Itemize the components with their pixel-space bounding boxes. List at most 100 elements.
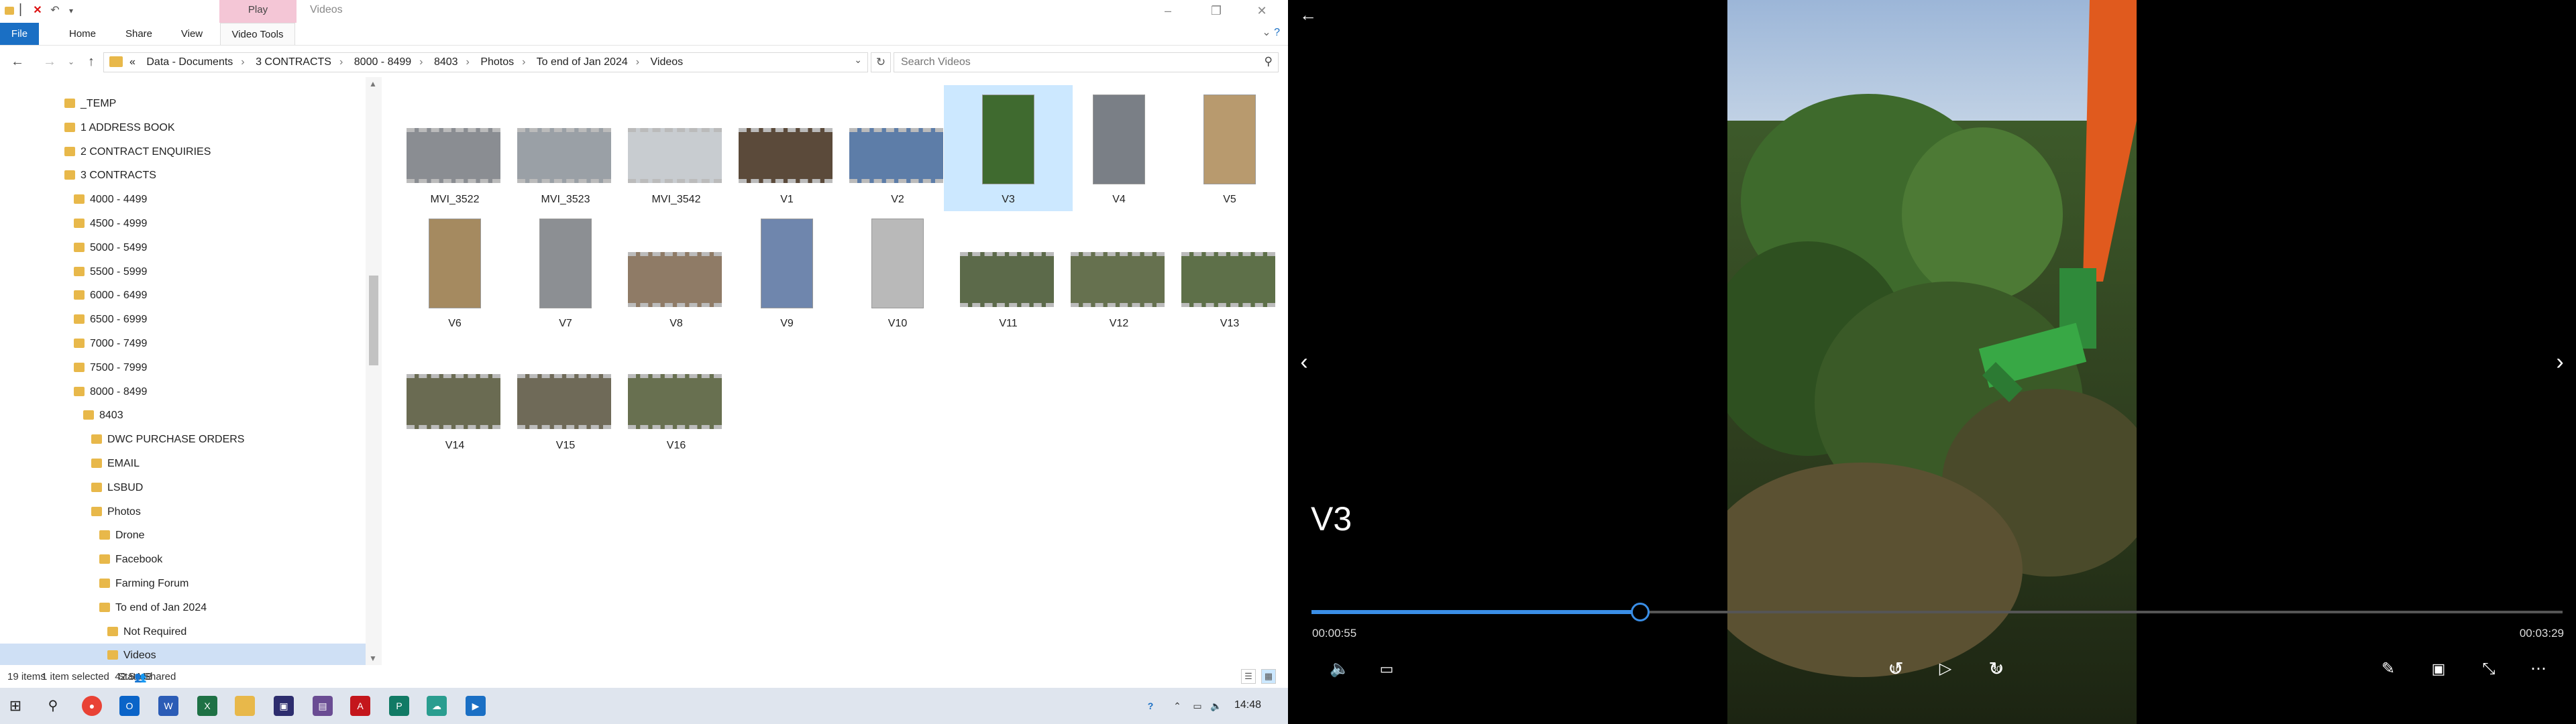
app-icon[interactable]: ▣: [274, 696, 294, 716]
play-icon[interactable]: ▷: [1929, 656, 1962, 682]
publisher-icon[interactable]: P: [389, 696, 409, 716]
media-player-taskbar-icon[interactable]: ▶: [466, 696, 486, 716]
file-tile[interactable]: V9: [722, 209, 851, 335]
tree-item[interactable]: 4500 - 4999: [0, 212, 366, 236]
tab-file[interactable]: File: [0, 23, 39, 45]
breadcrumb-3-contracts[interactable]: 3 CONTRACTS: [256, 56, 331, 68]
volume-icon[interactable]: 🔈: [1324, 656, 1356, 682]
file-tile[interactable]: V5: [1165, 85, 1294, 211]
taskbar-search-icon[interactable]: ⚲: [43, 696, 63, 716]
exit-fullscreen-icon[interactable]: ⤡: [2473, 656, 2505, 682]
breadcrumb-8403[interactable]: 8403: [434, 56, 458, 68]
file-tile[interactable]: V3: [944, 85, 1073, 211]
tab-share[interactable]: Share: [115, 23, 162, 45]
seek-bar-handle[interactable]: [1631, 603, 1650, 621]
tree-item[interactable]: 8403: [0, 404, 366, 428]
tree-item[interactable]: Drone: [0, 524, 366, 548]
recent-locations-icon[interactable]: ⌄: [63, 54, 79, 70]
properties-icon[interactable]: ▏: [17, 4, 31, 17]
tree-item[interactable]: 6000 - 6499: [0, 284, 366, 308]
undo-icon[interactable]: ↶: [48, 4, 62, 17]
up-icon[interactable]: ↑: [83, 54, 99, 70]
file-tile[interactable]: V8: [612, 209, 741, 335]
tab-view[interactable]: View: [172, 23, 212, 45]
tree-item[interactable]: 4000 - 4499: [0, 188, 366, 212]
breadcrumb-to-end-of-jan-2024[interactable]: To end of Jan 2024: [537, 56, 628, 68]
tree-item[interactable]: To end of Jan 2024: [0, 596, 366, 620]
tree-item[interactable]: 3 CONTRACTS: [0, 164, 366, 188]
tree-item[interactable]: Photos: [0, 500, 366, 524]
tree-item[interactable]: 7000 - 7499: [0, 332, 366, 356]
tree-item[interactable]: EMAIL: [0, 452, 366, 476]
tree-item[interactable]: DWC PURCHASE ORDERS: [0, 428, 366, 452]
next-icon[interactable]: ›: [2544, 349, 2576, 375]
nav-scrollbar-thumb[interactable]: [369, 276, 378, 365]
breadcrumb-videos[interactable]: Videos: [651, 56, 684, 68]
ribbon-expand-icon[interactable]: ⌄ ?: [1262, 25, 1280, 39]
scroll-up-icon[interactable]: ▲: [369, 79, 377, 88]
delete-icon[interactable]: ✕: [31, 4, 44, 17]
scroll-down-icon[interactable]: ▼: [369, 654, 377, 663]
tree-item[interactable]: Not Required: [0, 620, 366, 644]
start-icon[interactable]: ⊞: [5, 696, 25, 716]
skip-forward-button[interactable]: ↻ 30: [1980, 656, 2012, 682]
tree-item[interactable]: Facebook: [0, 548, 366, 572]
file-tile[interactable]: MVI_3522: [390, 85, 519, 211]
tray-expand-icon[interactable]: ⌃: [1167, 696, 1187, 716]
tab-home[interactable]: Home: [59, 23, 106, 45]
tree-item[interactable]: 1 ADDRESS BOOK: [0, 116, 366, 140]
tree-item[interactable]: 5000 - 5499: [0, 236, 366, 260]
nav-scrollbar[interactable]: ▲ ▼: [366, 77, 382, 665]
edit-pencil-icon[interactable]: ✎: [2372, 656, 2404, 682]
file-tile[interactable]: MVI_3542: [612, 85, 741, 211]
more-options-icon[interactable]: ⋯: [2522, 656, 2555, 682]
context-tab-play[interactable]: Play: [219, 0, 297, 23]
back-icon[interactable]: ←: [9, 54, 25, 70]
tree-item[interactable]: 6500 - 6999: [0, 308, 366, 332]
close-button[interactable]: ✕: [1246, 0, 1277, 23]
minimize-button[interactable]: –: [1152, 0, 1183, 23]
file-tile[interactable]: V11: [944, 209, 1073, 335]
clock[interactable]: 14:48: [1234, 699, 1261, 711]
previous-icon[interactable]: ‹: [1288, 349, 1320, 375]
word-icon[interactable]: W: [158, 696, 178, 716]
file-tile[interactable]: V7: [501, 209, 630, 335]
refresh-icon[interactable]: ↻: [871, 52, 891, 72]
network-icon[interactable]: ▭: [1187, 696, 1208, 716]
tree-item[interactable]: 7500 - 7999: [0, 356, 366, 380]
cloud-app-icon[interactable]: ☁: [427, 696, 447, 716]
excel-icon[interactable]: X: [197, 696, 217, 716]
breadcrumb-8000-8499[interactable]: 8000 - 8499: [354, 56, 411, 68]
file-tile[interactable]: V14: [390, 331, 519, 457]
large-icons-view-icon[interactable]: ▦: [1261, 669, 1276, 684]
address-dropdown-icon[interactable]: ⌄: [854, 54, 862, 66]
address-bar[interactable]: « Data - Documents › 3 CONTRACTS › 8000 - …: [103, 52, 868, 72]
file-tile[interactable]: V1: [722, 85, 851, 211]
tree-item[interactable]: 8000 - 8499: [0, 380, 366, 404]
tree-item[interactable]: LSBUD: [0, 476, 366, 500]
help-icon[interactable]: ?: [1274, 27, 1280, 38]
back-arrow-icon[interactable]: ←: [1292, 1, 1324, 28]
mini-view-icon[interactable]: ▣: [2422, 656, 2455, 682]
chrome-icon[interactable]: ●: [82, 696, 102, 716]
file-tile[interactable]: V16: [612, 331, 741, 457]
tree-item[interactable]: 5500 - 5999: [0, 260, 366, 284]
file-tile[interactable]: MVI_3523: [501, 85, 630, 211]
quick-access-dropdown-icon[interactable]: ▾: [64, 4, 78, 17]
breadcrumb-overflow[interactable]: «: [129, 56, 136, 68]
tree-item[interactable]: Videos: [0, 644, 366, 665]
photos-app-icon[interactable]: ▤: [313, 696, 333, 716]
file-tile[interactable]: V12: [1055, 209, 1183, 335]
breadcrumb-photos[interactable]: Photos: [480, 56, 514, 68]
video-frame[interactable]: [1727, 0, 2137, 724]
search-input[interactable]: [894, 53, 1256, 72]
details-view-icon[interactable]: ☰: [1241, 669, 1256, 684]
file-tile[interactable]: V10: [833, 209, 962, 335]
outlook-icon[interactable]: O: [119, 696, 140, 716]
file-tile[interactable]: V15: [501, 331, 630, 457]
tab-video-tools[interactable]: Video Tools: [220, 23, 295, 45]
file-tile[interactable]: V2: [833, 85, 962, 211]
breadcrumb-data-documents[interactable]: Data - Documents: [146, 56, 233, 68]
subtitles-icon[interactable]: ▭: [1371, 656, 1403, 682]
tree-item[interactable]: _TEMP: [0, 92, 366, 116]
